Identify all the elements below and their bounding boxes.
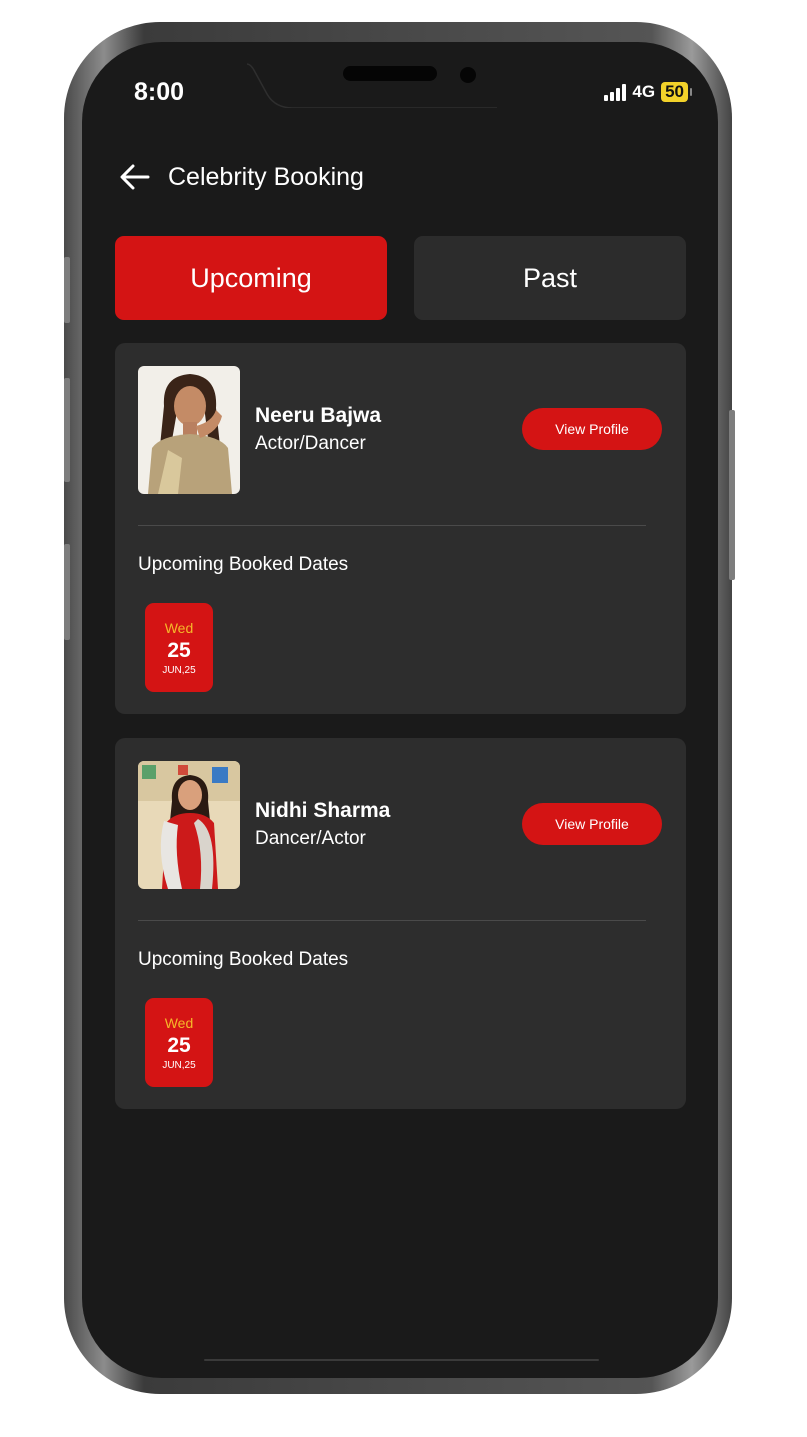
phone-side-button: [64, 378, 70, 482]
arrow-left-icon[interactable]: [118, 160, 152, 194]
date-number: 25: [167, 1033, 191, 1057]
divider: [138, 525, 646, 526]
battery-icon: 50: [661, 82, 692, 102]
view-profile-button[interactable]: View Profile: [522, 408, 662, 450]
app-header: Celebrity Booking: [118, 160, 364, 194]
date-chip[interactable]: Wed 25 JUN,25: [145, 603, 213, 692]
booked-dates-label: Upcoming Booked Dates: [138, 949, 349, 970]
booking-card: Neeru Bajwa Actor/Dancer View Profile Up…: [115, 343, 686, 714]
date-month: JUN,25: [162, 1059, 196, 1071]
date-month: JUN,25: [162, 664, 196, 676]
phone-side-button: [64, 544, 70, 640]
phone-side-button: [729, 410, 735, 580]
status-time: 8:00: [134, 78, 185, 106]
date-number: 25: [167, 638, 191, 662]
network-label: 4G: [632, 82, 656, 101]
celebrity-role: Dancer/Actor: [255, 828, 366, 849]
date-chip[interactable]: Wed 25 JUN,25: [145, 998, 213, 1087]
status-icons: 4G 50: [604, 82, 692, 102]
date-day: Wed: [164, 619, 194, 636]
phone-side-button: [64, 257, 70, 323]
date-day: Wed: [164, 1014, 194, 1031]
celebrity-name: Nidhi Sharma: [255, 799, 391, 822]
booked-dates-label: Upcoming Booked Dates: [138, 554, 349, 575]
home-indicator: [204, 1359, 599, 1361]
avatar: [138, 761, 240, 889]
signal-icon: [604, 83, 627, 101]
celebrity-role: Actor/Dancer: [255, 433, 366, 454]
celebrity-name: Neeru Bajwa: [255, 404, 382, 427]
phone-screen: 8:00 4G 50 Celebrity Booking Upcoming Pa…: [82, 42, 718, 1378]
tab-upcoming[interactable]: Upcoming: [115, 236, 387, 320]
view-profile-button[interactable]: View Profile: [522, 803, 662, 845]
avatar: [138, 366, 240, 494]
page-title: Celebrity Booking: [168, 162, 364, 191]
booking-card: Nidhi Sharma Dancer/Actor View Profile U…: [115, 738, 686, 1109]
divider: [138, 920, 646, 921]
notch: [247, 42, 537, 108]
tab-past[interactable]: Past: [414, 236, 686, 320]
